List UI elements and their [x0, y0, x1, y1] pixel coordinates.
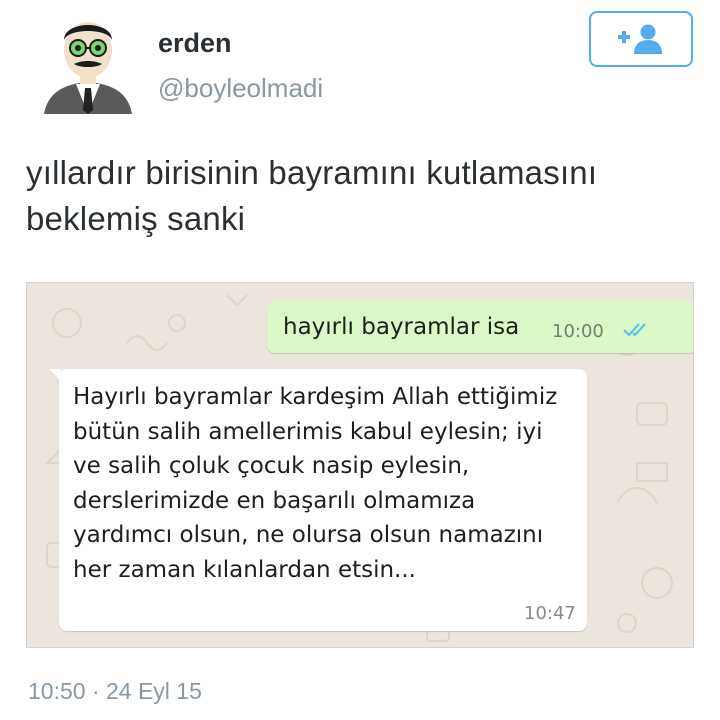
outgoing-message-text: hayırlı bayramlar isa: [283, 314, 520, 340]
incoming-message[interactable]: Hayırlı bayramlar kardeşim Allah ettiğim…: [49, 369, 587, 631]
outgoing-message-time: 10:00: [552, 321, 604, 342]
avatar-illustration: [44, 22, 132, 114]
display-name[interactable]: erden: [158, 28, 232, 59]
incoming-bubble-tail: [49, 369, 61, 381]
incoming-message-time: 10:47: [524, 603, 576, 624]
follow-button[interactable]: [589, 11, 693, 67]
avatar[interactable]: [38, 10, 138, 115]
tweet-timestamp[interactable]: 10:50 · 24 Eyl 15: [28, 678, 202, 705]
username-handle[interactable]: @boyleolmadi: [158, 73, 323, 104]
attached-screenshot[interactable]: hayırlı bayramlar isa 10:00 Hayırlı bayr…: [26, 282, 694, 648]
add-user-icon: [618, 24, 662, 54]
outgoing-message[interactable]: hayırlı bayramlar isa 10:00: [267, 301, 693, 353]
tweet-text: yıllardır birisinin bayramını kutlamasın…: [26, 154, 598, 237]
double-check-icon: [623, 323, 646, 337]
incoming-message-text: Hayırlı bayramlar kardeşim Allah ettiğim…: [73, 384, 558, 583]
